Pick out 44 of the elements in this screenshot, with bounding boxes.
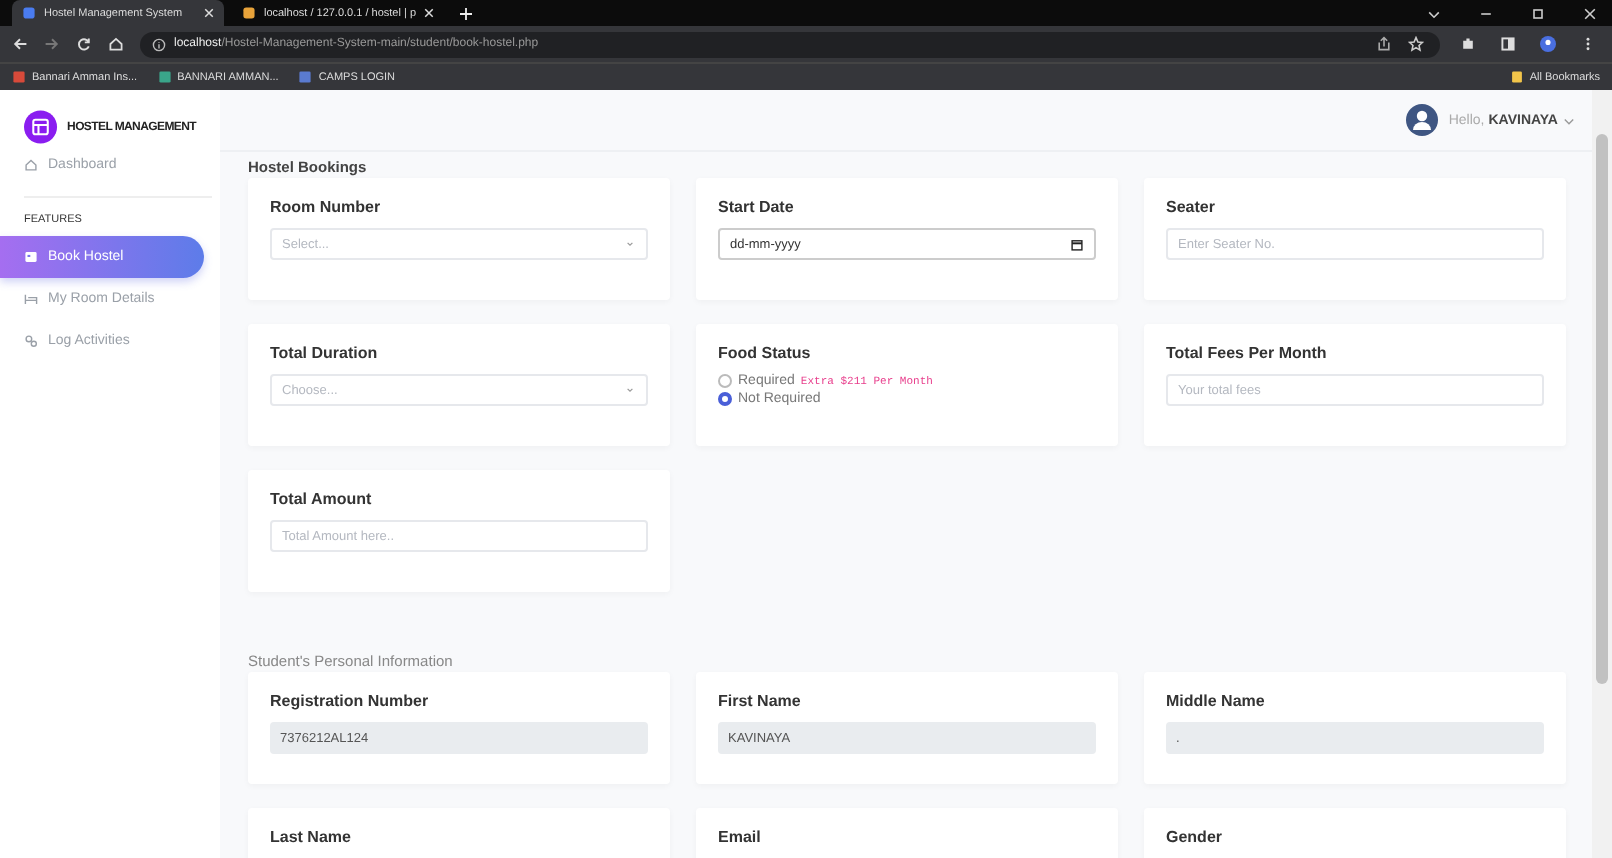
new-tab-icon[interactable] [460,7,472,19]
home-icon [24,158,38,172]
forward-icon[interactable] [44,36,60,52]
field-label: Gender [1166,828,1225,846]
field-label: Email [718,828,763,846]
field-label: Room Number [270,198,383,216]
share-icon[interactable] [1376,36,1392,52]
caret-icon [1562,113,1576,127]
bookmark-favicon-icon [157,70,172,84]
side-panel-icon[interactable] [1500,36,1516,52]
gears-icon [24,334,38,348]
field-label: Last Name [270,828,353,846]
radio-button[interactable] [718,374,732,388]
bookmark-favicon-icon [12,70,26,84]
field-label: Seater [1166,198,1217,216]
field-label: Registration Number [270,692,431,710]
bookmark-favicon-icon [298,70,313,84]
close-icon[interactable] [424,8,434,18]
field-label: Total Duration [270,344,380,362]
scrollbar-thumb[interactable] [1596,134,1608,684]
folder-icon [1509,70,1524,84]
field-label: Food Status [718,344,813,362]
star-icon[interactable] [1408,36,1424,52]
close-icon[interactable] [204,8,214,18]
caret-icon [624,238,636,250]
caret-icon [624,384,636,396]
radio-button[interactable] [718,392,732,406]
field-label: Middle Name [1166,692,1267,710]
info-icon [152,37,166,51]
restore-icon[interactable] [1530,5,1546,21]
back-icon[interactable] [12,36,28,52]
field-label: Total Fees Per Month [1166,344,1329,362]
profile-avatar-icon[interactable] [1540,36,1556,52]
field-label: First Name [718,692,803,710]
app-favicon-icon [242,6,256,20]
app-favicon-icon [22,6,36,20]
field-label: Total Amount [270,490,374,508]
reload-icon[interactable] [76,36,92,52]
bed-icon [24,292,38,306]
home-icon[interactable] [108,36,124,52]
user-avatar-icon [1406,104,1439,136]
close-icon[interactable] [1582,5,1598,21]
logo-icon [24,110,58,144]
field-label: Start Date [718,198,796,216]
